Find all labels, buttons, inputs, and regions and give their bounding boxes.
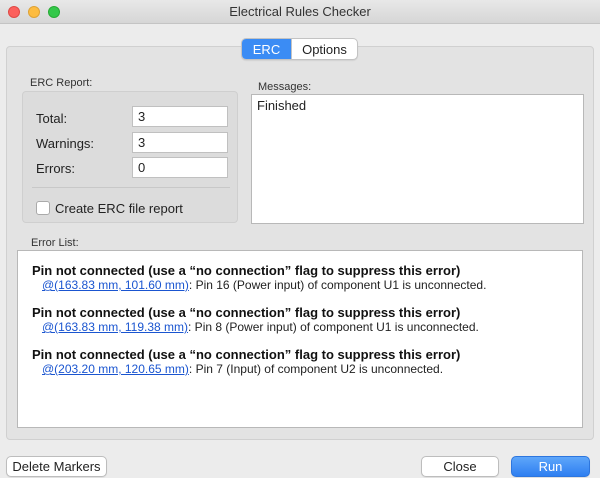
window-title: Electrical Rules Checker bbox=[229, 4, 371, 19]
error-item: Pin not connected (use a “no connection”… bbox=[32, 347, 582, 377]
error-title: Pin not connected (use a “no connection”… bbox=[32, 347, 461, 362]
error-location-link[interactable]: @(203.20 mm, 120.65 mm) bbox=[42, 362, 189, 376]
error-detail: : Pin 8 (Power input) of component U1 is… bbox=[188, 320, 479, 334]
errors-field[interactable]: 0 bbox=[132, 157, 228, 178]
error-detail-line: @(163.83 mm, 101.60 mm): Pin 16 (Power i… bbox=[32, 278, 582, 293]
errors-label: Errors: bbox=[36, 161, 75, 176]
warnings-label: Warnings: bbox=[36, 136, 95, 151]
error-detail-line: @(163.83 mm, 119.38 mm): Pin 8 (Power in… bbox=[32, 320, 582, 335]
close-button[interactable]: Close bbox=[421, 456, 499, 477]
messages-label: Messages: bbox=[258, 81, 312, 93]
messages-text: Finished bbox=[257, 98, 307, 113]
error-item: Pin not connected (use a “no connection”… bbox=[32, 305, 582, 335]
error-detail: : Pin 16 (Power input) of component U1 i… bbox=[188, 278, 487, 292]
error-detail-line: @(203.20 mm, 120.65 mm): Pin 7 (Input) o… bbox=[32, 362, 582, 377]
create-report-label[interactable]: Create ERC file report bbox=[55, 201, 183, 216]
error-location-link[interactable]: @(163.83 mm, 101.60 mm) bbox=[42, 278, 189, 292]
error-detail: : Pin 7 (Input) of component U2 is uncon… bbox=[188, 362, 444, 376]
tab-bar: ERC Options bbox=[241, 38, 358, 60]
tab-erc[interactable]: ERC bbox=[242, 39, 291, 59]
tab-options[interactable]: Options bbox=[291, 39, 357, 59]
error-list-label: Error List: bbox=[31, 237, 79, 249]
error-item: Pin not connected (use a “no connection”… bbox=[32, 263, 582, 293]
warnings-field[interactable]: 3 bbox=[132, 132, 228, 153]
run-button[interactable]: Run bbox=[511, 456, 590, 477]
title-bar: Electrical Rules Checker bbox=[0, 0, 600, 24]
create-report-checkbox[interactable] bbox=[36, 201, 50, 215]
report-divider bbox=[32, 187, 230, 188]
error-title: Pin not connected (use a “no connection”… bbox=[32, 305, 461, 320]
total-field[interactable]: 3 bbox=[132, 106, 228, 127]
error-location-link[interactable]: @(163.83 mm, 119.38 mm) bbox=[42, 320, 188, 334]
error-list[interactable]: Pin not connected (use a “no connection”… bbox=[17, 250, 583, 428]
delete-markers-button[interactable]: Delete Markers bbox=[6, 456, 107, 477]
messages-area[interactable]: Finished bbox=[251, 94, 584, 224]
erc-report-label: ERC Report: bbox=[30, 77, 93, 89]
error-title: Pin not connected (use a “no connection”… bbox=[32, 263, 461, 278]
total-label: Total: bbox=[36, 111, 68, 126]
